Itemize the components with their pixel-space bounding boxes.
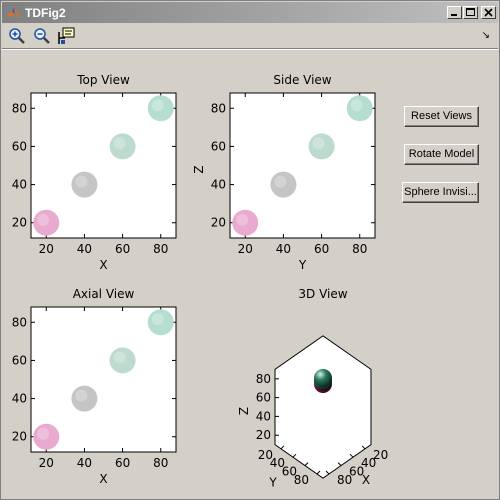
axial-view-ytick-label: 40 [12,392,27,406]
3d-view-ztick-label: 40 [256,409,271,423]
side-view-sphere-highlight [274,175,287,188]
axial-view-xlabel: X [99,472,107,486]
3d-view-ylabel: Y [268,475,277,489]
axial-view-sphere-highlight [151,313,164,326]
axial-view-ytick-label: 60 [12,353,27,367]
side-view-sphere-highlight [236,213,249,226]
side-view-ytick-label: 80 [211,101,226,115]
top-view-ytick-label: 20 [12,216,27,230]
3d-view-ztick-label: 60 [256,391,271,405]
axial-view-xtick-label: 20 [39,456,54,470]
axial-view-sphere-highlight [75,389,88,402]
side-view-xlabel: Y [298,258,307,272]
rotate-model-button[interactable]: Rotate Model [404,144,479,165]
axial-view-sphere-highlight [37,427,50,440]
3d-view-ztick-label: 80 [256,372,271,386]
3d-view-zlabel: Z [237,407,251,415]
axial-view-sphere-highlight [113,351,126,364]
top-view-ytick-label: 80 [12,101,27,115]
top-view-xlabel: X [99,258,107,272]
side-view-xtick-label: 80 [352,242,367,256]
side-view-ytick-label: 60 [211,139,226,153]
axial-view-xtick-label: 80 [153,456,168,470]
top-view-xtick-label: 60 [115,242,130,256]
top-view-ytick-label: 40 [12,178,27,192]
3d-view-ytick-label: 80 [294,473,309,487]
top-view-sphere-highlight [113,137,126,150]
3d-view-ztick-label: 20 [256,428,271,442]
side-view-xtick-label: 20 [238,242,253,256]
axial-view-xtick-label: 40 [77,456,92,470]
3d-view-xtick-label: 80 [337,473,352,487]
side-view-xtick-label: 60 [314,242,329,256]
top-view-title: Top View [76,73,130,87]
3d-view-xlabel: X [362,473,370,487]
3d-view-title: 3D View [298,287,347,301]
side-view-ytick-label: 20 [211,216,226,230]
side-view-ylabel: Z [192,165,206,173]
top-view-xtick-label: 80 [153,242,168,256]
side-view-title: Side View [273,73,331,87]
sphere-invisible-button[interactable]: Sphere Invisi... [402,182,479,203]
axial-view-ytick-label: 20 [12,430,27,444]
figure-canvas: Top View 20 40 60 80 20 40 60 80 X Side View 20 40 60… [12,73,389,489]
side-view-sphere-highlight [350,99,363,112]
side-view-ytick-label: 40 [211,178,226,192]
axial-view-ytick-label: 80 [12,315,27,329]
3d-view-axes [274,335,372,479]
top-view-xtick-label: 40 [77,242,92,256]
top-view-sphere-highlight [37,213,50,226]
top-view-sphere-highlight [75,175,88,188]
axial-view-xtick-label: 60 [115,456,130,470]
top-view-ytick-label: 60 [12,139,27,153]
side-view-sphere-highlight [312,137,325,150]
axial-view-title: Axial View [73,287,135,301]
top-view-xtick-label: 20 [39,242,54,256]
3d-view-sphere-point [314,369,332,387]
side-view-xtick-label: 40 [276,242,291,256]
reset-views-button[interactable]: Reset Views [404,106,479,127]
top-view-sphere-highlight [151,99,164,112]
